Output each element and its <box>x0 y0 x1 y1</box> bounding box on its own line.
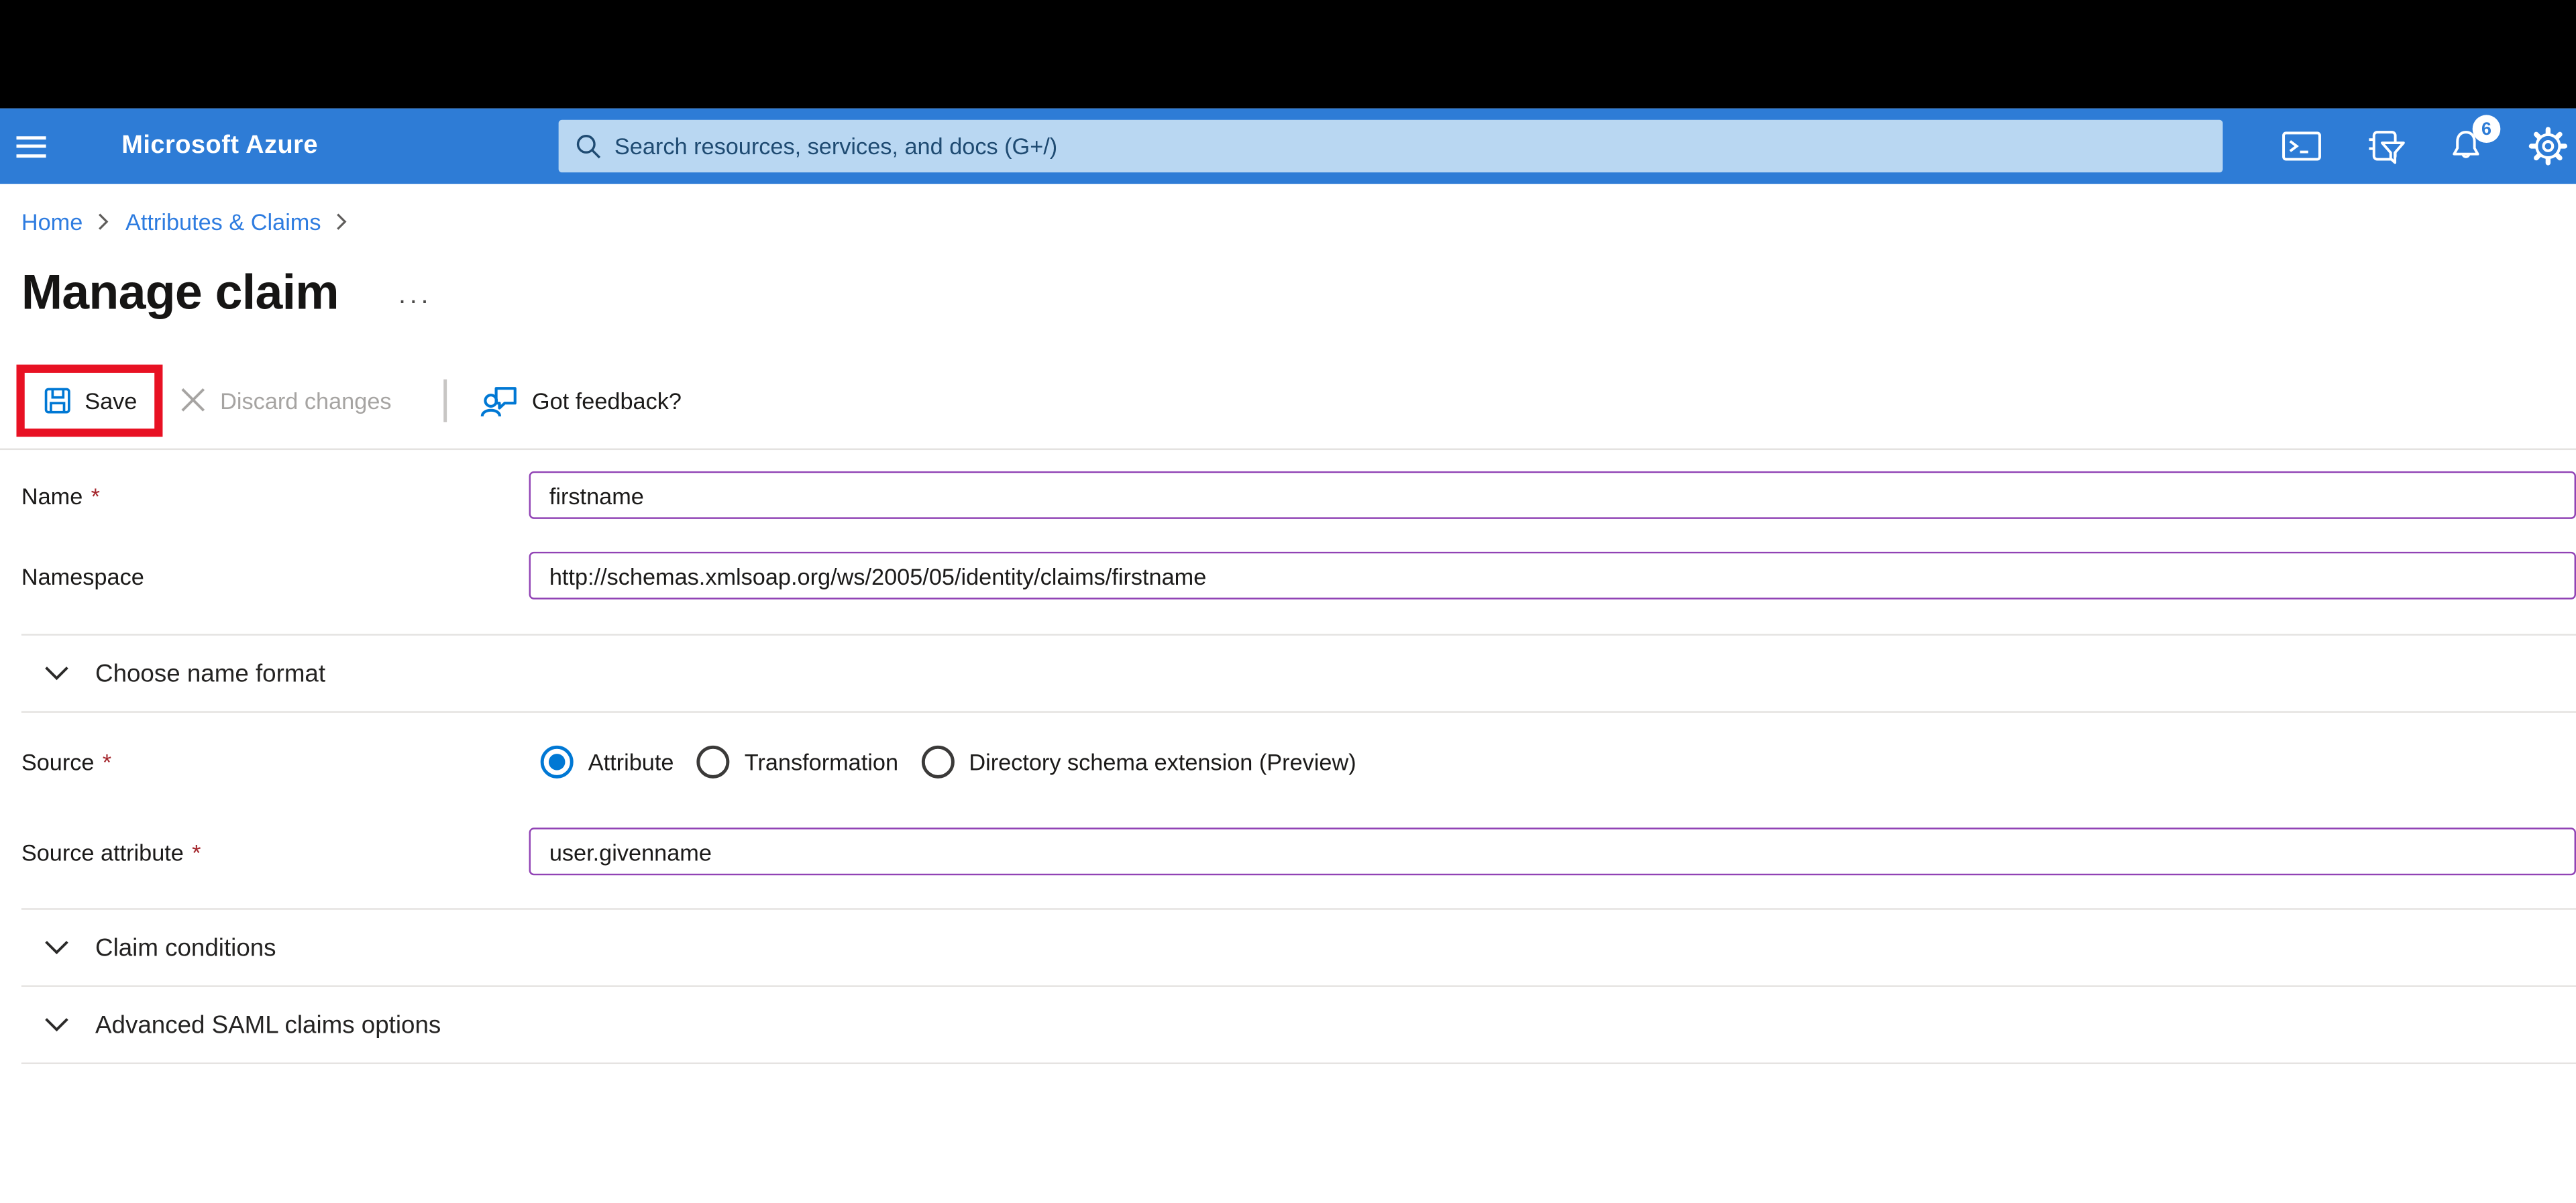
cloud-shell-icon <box>2282 129 2322 162</box>
radio-selected-icon <box>540 744 574 778</box>
command-bar: Save Discard changes Got feedback? <box>0 351 2576 451</box>
radio-unselected-icon <box>696 744 730 778</box>
section-claim-conditions[interactable]: Claim conditions <box>0 910 2576 986</box>
got-feedback-label: Got feedback? <box>531 386 682 413</box>
highlight-annotation-box: Save <box>16 363 163 437</box>
settings-button[interactable] <box>2528 127 2568 166</box>
radio-option-directory-schema-extension[interactable]: Directory schema extension (Preview) <box>921 744 1356 778</box>
source-radio-group: Attribute Transformation Directory schem… <box>540 744 1356 778</box>
source-field-row: Source * Attribute Transformation Direct… <box>21 738 2576 785</box>
azure-portal-window: Microsoft Azure Search resources, servic… <box>0 0 2576 1203</box>
notifications-button[interactable]: 6 <box>2447 115 2501 166</box>
title-row: Manage claim ··· <box>0 260 2576 329</box>
got-feedback-button[interactable]: Got feedback? <box>480 382 682 418</box>
discard-changes-button[interactable]: Discard changes <box>179 386 392 414</box>
section-divider <box>21 711 2576 713</box>
radio-option-transformation[interactable]: Transformation <box>696 744 898 778</box>
hamburger-icon <box>16 135 46 139</box>
breadcrumb-link-home[interactable]: Home <box>21 209 83 235</box>
chevron-down-icon <box>44 665 69 681</box>
section-divider <box>21 1062 2576 1064</box>
search-input[interactable] <box>614 133 2206 160</box>
global-search-box[interactable] <box>558 119 2223 173</box>
settings-gear-icon <box>2528 127 2568 166</box>
section-label: Advanced SAML claims options <box>95 1011 441 1039</box>
breadcrumb-link-attributes-claims[interactable]: Attributes & Claims <box>125 209 321 235</box>
discard-changes-label: Discard changes <box>220 386 392 413</box>
hamburger-menu-button[interactable] <box>13 109 76 184</box>
required-marker: * <box>91 481 100 508</box>
chevron-down-icon <box>44 939 69 956</box>
namespace-field-row: Namespace <box>21 551 2576 599</box>
name-field-row: Name * <box>21 471 2576 519</box>
namespace-input[interactable] <box>529 551 2576 599</box>
azure-top-bar: Microsoft Azure Search resources, servic… <box>0 108 2576 184</box>
directory-filter-icon <box>2363 127 2404 165</box>
required-marker: * <box>192 838 201 865</box>
save-floppy-icon <box>42 385 72 414</box>
breadcrumb: Home Attributes & Claims <box>0 184 2576 238</box>
window-chrome-bar <box>0 0 2576 109</box>
page-title: Manage claim <box>21 266 339 321</box>
search-icon <box>575 133 601 159</box>
topbar-icon-group: 6 <box>2282 109 2568 184</box>
source-attribute-input[interactable] <box>529 827 2576 876</box>
source-label: Source * <box>21 748 112 775</box>
radio-option-attribute[interactable]: Attribute <box>540 744 674 778</box>
notification-count-badge: 6 <box>2472 115 2501 144</box>
radio-unselected-icon <box>921 744 955 778</box>
required-marker: * <box>102 748 112 775</box>
namespace-label: Namespace <box>21 562 144 589</box>
source-attribute-field-row: Source attribute * <box>21 827 2576 876</box>
page-content: Home Attributes & Claims Manage claim ··… <box>0 184 2576 1203</box>
directory-filter-button[interactable] <box>2364 127 2404 166</box>
section-label: Claim conditions <box>95 933 276 962</box>
name-input[interactable] <box>529 471 2576 519</box>
close-x-icon <box>179 386 207 414</box>
source-attribute-label: Source attribute * <box>21 838 201 865</box>
brand-title[interactable]: Microsoft Azure <box>121 109 318 184</box>
chevron-right-icon <box>97 212 111 231</box>
save-button[interactable]: Save <box>42 385 138 414</box>
more-options-button[interactable]: ··· <box>398 288 431 317</box>
cloud-shell-button[interactable] <box>2282 127 2322 166</box>
section-advanced-saml-claims-options[interactable]: Advanced SAML claims options <box>0 987 2576 1063</box>
section-label: Choose name format <box>95 659 326 687</box>
section-choose-name-format[interactable]: Choose name format <box>0 636 2576 711</box>
name-label: Name * <box>21 481 100 508</box>
save-button-label: Save <box>85 386 138 413</box>
feedback-person-icon <box>480 382 519 418</box>
toolbar-divider <box>443 378 447 422</box>
chevron-right-icon <box>336 212 350 231</box>
chevron-down-icon <box>44 1017 69 1033</box>
